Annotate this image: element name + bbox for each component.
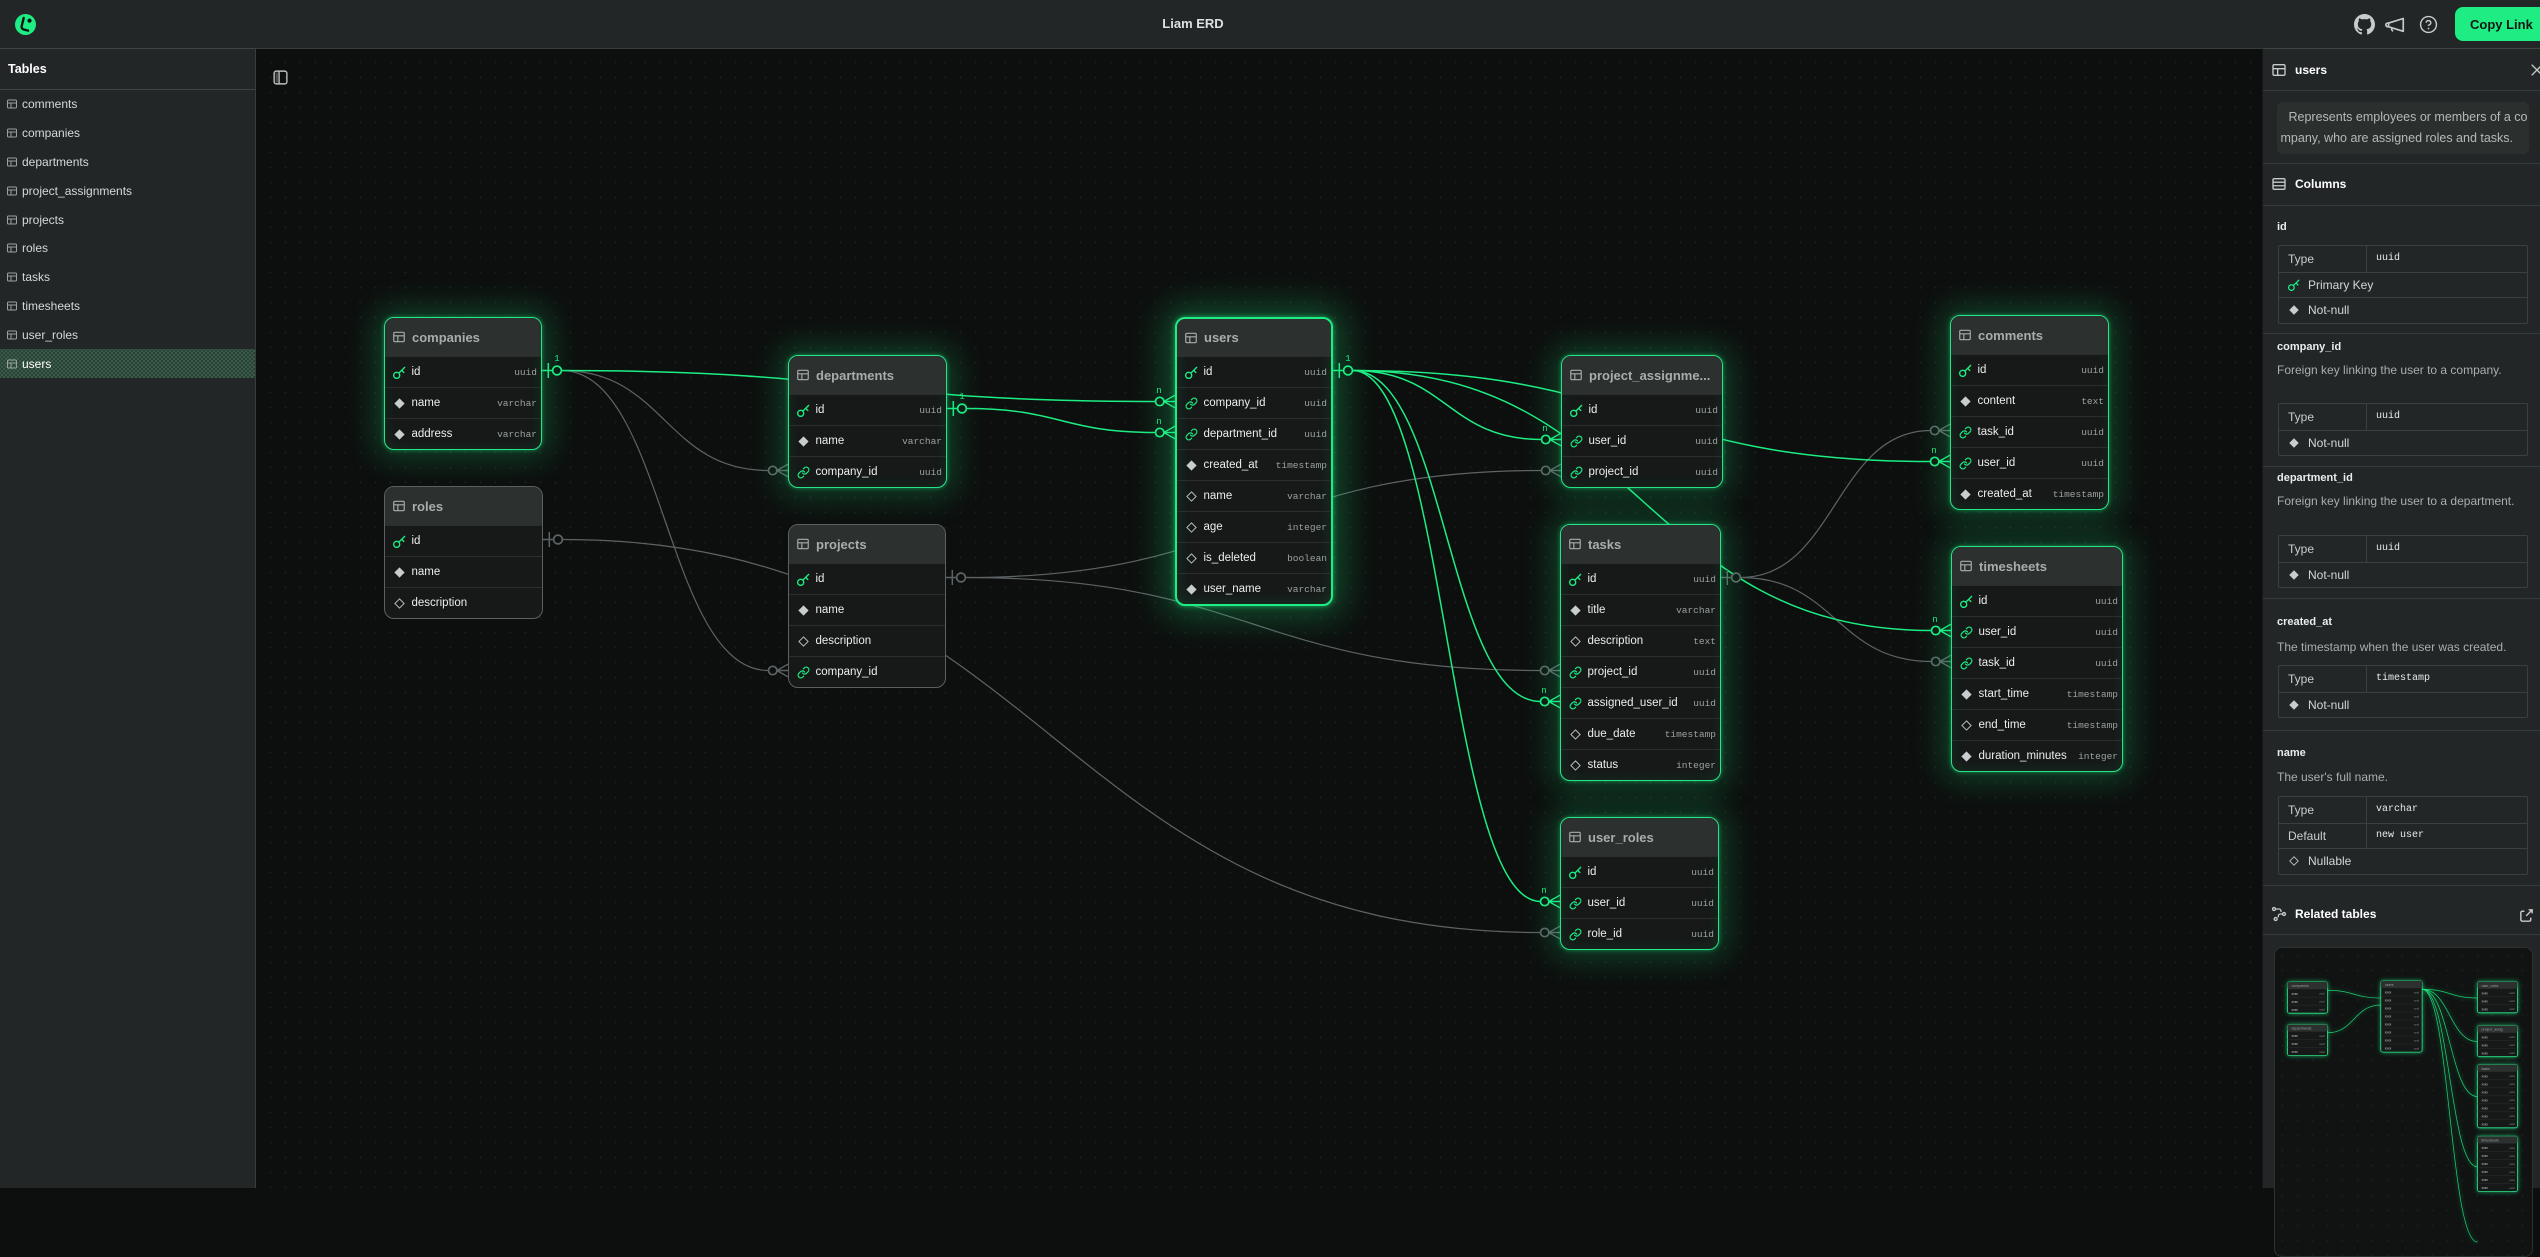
svg-text:uuid: uuid (2509, 1178, 2515, 1182)
svg-text:uuid: uuid (2319, 1042, 2325, 1046)
svg-text:xxxx: xxxx (2384, 1007, 2391, 1011)
svg-text:uuid: uuid (2509, 1106, 2515, 1110)
svg-text:xxxx: xxxx (2481, 1154, 2488, 1158)
svg-text:n: n (1932, 615, 1937, 625)
svg-text:xxxx: xxxx (2384, 1031, 2391, 1035)
svg-text:xxxx: xxxx (2291, 1034, 2298, 1038)
svg-text:uuid: uuid (2509, 1098, 2515, 1102)
svg-text:xxxx: xxxx (2481, 1007, 2488, 1011)
svg-text:xxxx: xxxx (2481, 1051, 2488, 1055)
svg-text:uuid: uuid (2509, 1082, 2515, 1086)
svg-text:uuid: uuid (2413, 1007, 2419, 1011)
svg-text:uuid: uuid (2413, 1039, 2419, 1043)
svg-text:uuid: uuid (2509, 1170, 2515, 1174)
svg-text:xxxx: xxxx (2384, 999, 2391, 1003)
svg-text:departments: departments (2291, 1027, 2311, 1031)
svg-text:users: users (2384, 983, 2393, 987)
svg-text:uuid: uuid (2319, 1008, 2325, 1012)
svg-text:xxxx: xxxx (2291, 992, 2298, 996)
svg-text:uuid: uuid (2509, 1122, 2515, 1126)
svg-text:xxxx: xxxx (2481, 1146, 2488, 1150)
svg-text:uuid: uuid (2413, 991, 2419, 995)
svg-text:uuid: uuid (2509, 999, 2515, 1003)
svg-text:project_assig: project_assig (2481, 1028, 2502, 1032)
svg-text:uuid: uuid (2319, 1034, 2325, 1038)
svg-text:1: 1 (959, 392, 964, 402)
svg-text:uuid: uuid (2509, 991, 2515, 995)
svg-text:uuid: uuid (2413, 1031, 2419, 1035)
svg-text:xxxx: xxxx (2291, 1000, 2298, 1004)
svg-text:xxxx: xxxx (2384, 1047, 2391, 1051)
svg-text:n: n (1541, 886, 1546, 896)
svg-text:xxxx: xxxx (2481, 1043, 2488, 1047)
svg-text:xxxx: xxxx (2481, 1114, 2488, 1118)
svg-text:uuid: uuid (2509, 1154, 2515, 1158)
svg-text:xxxx: xxxx (2481, 1106, 2488, 1110)
svg-text:uuid: uuid (2509, 1007, 2515, 1011)
svg-text:xxxx: xxxx (2291, 1042, 2298, 1046)
svg-text:uuid: uuid (2413, 1015, 2419, 1019)
svg-text:xxxx: xxxx (2384, 1015, 2391, 1019)
svg-text:uuid: uuid (2509, 1043, 2515, 1047)
svg-text:uuid: uuid (2509, 1051, 2515, 1055)
svg-text:n: n (1541, 686, 1546, 696)
svg-text:tasks: tasks (2481, 1067, 2490, 1071)
svg-text:uuid: uuid (2509, 1074, 2515, 1078)
svg-text:uuid: uuid (2509, 1162, 2515, 1166)
svg-text:uuid: uuid (2509, 1146, 2515, 1150)
svg-text:uuid: uuid (2413, 1047, 2419, 1051)
svg-text:xxxx: xxxx (2481, 1074, 2488, 1078)
svg-text:xxxx: xxxx (2291, 1008, 2298, 1012)
svg-text:xxxx: xxxx (2291, 1050, 2298, 1054)
svg-text:n: n (1156, 386, 1161, 396)
svg-text:xxxx: xxxx (2384, 991, 2391, 995)
svg-text:xxxx: xxxx (2481, 1035, 2488, 1039)
svg-text:uuid: uuid (2319, 1000, 2325, 1004)
svg-text:xxxx: xxxx (2481, 991, 2488, 995)
svg-text:1: 1 (554, 354, 559, 364)
svg-text:xxxx: xxxx (2481, 1098, 2488, 1102)
svg-text:xxxx: xxxx (2481, 1170, 2488, 1174)
svg-text:uuid: uuid (2509, 1035, 2515, 1039)
svg-text:uuid: uuid (2319, 992, 2325, 996)
svg-text:xxxx: xxxx (2481, 999, 2488, 1003)
svg-text:n: n (1931, 446, 1936, 456)
svg-text:xxxx: xxxx (2481, 1186, 2488, 1190)
svg-text:uuid: uuid (2509, 1090, 2515, 1094)
svg-text:uuid: uuid (2413, 1023, 2419, 1027)
svg-text:uuid: uuid (2509, 1114, 2515, 1118)
svg-text:xxxx: xxxx (2481, 1122, 2488, 1126)
svg-text:companies: companies (2291, 984, 2309, 988)
svg-text:xxxx: xxxx (2481, 1090, 2488, 1094)
svg-text:uuid: uuid (2319, 1050, 2325, 1054)
svg-text:xxxx: xxxx (2384, 1039, 2391, 1043)
svg-text:uuid: uuid (2413, 999, 2419, 1003)
svg-text:user_roles: user_roles (2481, 984, 2498, 988)
svg-text:xxxx: xxxx (2384, 1023, 2391, 1027)
svg-text:xxxx: xxxx (2481, 1162, 2488, 1166)
svg-text:xxxx: xxxx (2481, 1178, 2488, 1182)
svg-text:timesheets: timesheets (2481, 1139, 2499, 1143)
svg-text:n: n (1542, 424, 1547, 434)
svg-text:1: 1 (1345, 354, 1350, 364)
svg-text:n: n (1156, 417, 1161, 427)
svg-text:xxxx: xxxx (2481, 1082, 2488, 1086)
